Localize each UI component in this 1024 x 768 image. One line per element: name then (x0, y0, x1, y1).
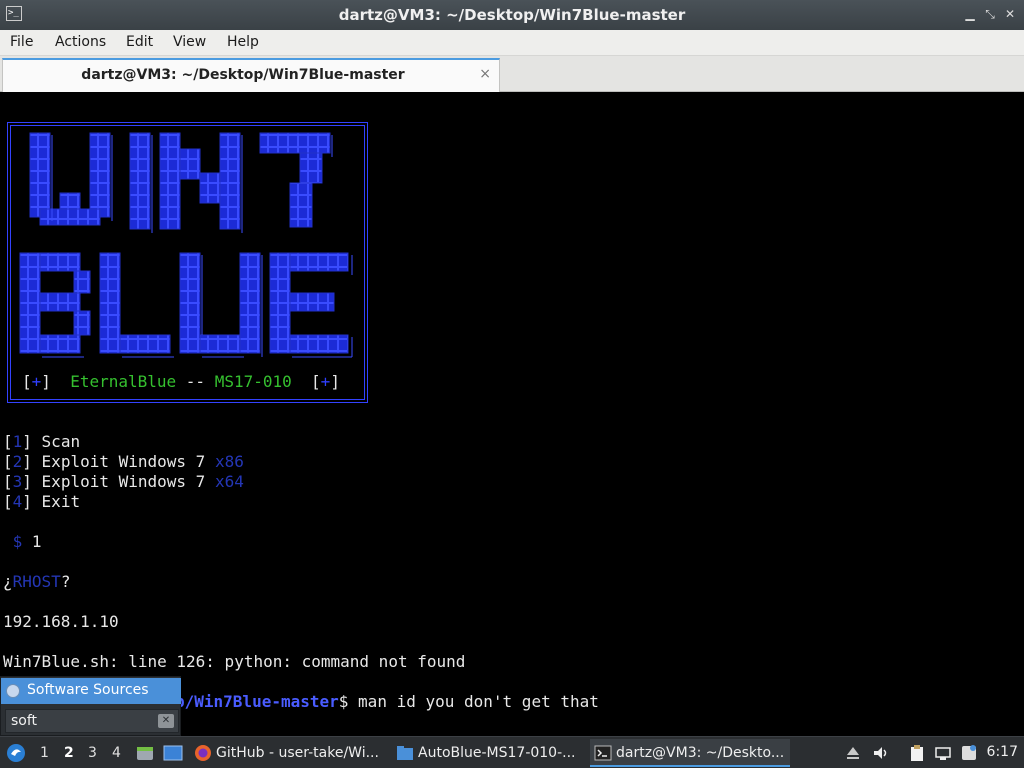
show-desktop-icon[interactable] (163, 744, 183, 762)
tab-terminal[interactable]: dartz@VM3: ~/Desktop/Win7Blue-master × (2, 58, 500, 92)
eject-icon[interactable] (844, 744, 862, 762)
task-terminal[interactable]: dartz@VM3: ~/Deskto... (590, 739, 790, 767)
window-titlebar[interactable]: >_ dartz@VM3: ~/Desktop/Win7Blue-master … (0, 0, 1024, 30)
ip-entry: 192.168.1.10 (3, 612, 119, 631)
launcher-search-input[interactable] (5, 709, 179, 733)
menu-help[interactable]: Help (227, 34, 259, 50)
menu-edit[interactable]: Edit (126, 34, 153, 50)
taskbar: 1 2 3 4 GitHub - user-take/Wi... AutoBlu… (0, 736, 1024, 768)
menu-view[interactable]: View (173, 34, 206, 50)
workspace-4[interactable]: 4 (112, 745, 121, 761)
prompt-path: p/Win7Blue-master (175, 692, 339, 711)
task-file-manager[interactable]: AutoBlue-MS17-010-... (392, 739, 586, 767)
shell-prompt: p/Win7Blue-master$ man id you don't get … (175, 692, 599, 711)
banner-plus-right: + (320, 372, 331, 391)
menu-option-4: [4] Exit (3, 492, 81, 511)
workspace-1[interactable]: 1 (40, 745, 49, 761)
menu-file[interactable]: File (10, 34, 33, 50)
clear-search-icon[interactable]: ✕ (158, 714, 174, 728)
terminal-icon (594, 745, 612, 761)
workspace-3[interactable]: 3 (88, 745, 97, 761)
menu-bar: File Actions Edit View Help (0, 30, 1024, 56)
volume-icon[interactable] (872, 744, 890, 762)
menu-option-1: [1] Scan (3, 432, 81, 451)
clock[interactable]: 6:17 (987, 744, 1018, 760)
firefox-icon (195, 745, 211, 761)
close-button[interactable]: ✕ (1002, 6, 1018, 22)
menu-option-2: [2] Exploit Windows 7 x86 (3, 452, 244, 471)
menu-option-3: [3] Exploit Windows 7 x64 (3, 472, 244, 491)
banner-name: EternalBlue (70, 372, 177, 391)
start-menu-icon[interactable] (6, 743, 26, 763)
maximize-button[interactable]: ⤡ (982, 6, 998, 22)
network-icon[interactable] (934, 744, 952, 762)
tab-close-icon[interactable]: × (479, 66, 491, 82)
error-line: Win7Blue.sh: line 126: python: command n… (3, 652, 466, 671)
tab-bar: dartz@VM3: ~/Desktop/Win7Blue-master × (0, 56, 1024, 92)
update-notifier-icon[interactable] (960, 744, 978, 762)
workspace-2[interactable]: 2 (64, 745, 74, 761)
task-firefox[interactable]: GitHub - user-take/Wi... (190, 739, 388, 767)
tab-title: dartz@VM3: ~/Desktop/Win7Blue-master (81, 67, 405, 83)
clipboard-icon[interactable] (908, 744, 926, 762)
software-sources-icon (6, 684, 20, 698)
app-launcher-popup: Software Sources ✕ (0, 676, 181, 736)
window-title: dartz@VM3: ~/Desktop/Win7Blue-master (338, 6, 686, 24)
menu-actions[interactable]: Actions (55, 34, 106, 50)
banner-ms: MS17-010 (214, 372, 292, 391)
win7blue-logo (19, 132, 353, 358)
file-manager-icon[interactable] (136, 744, 154, 762)
minimize-button[interactable]: ▁ (962, 6, 978, 22)
typed-command: man id you don't get that (358, 692, 599, 711)
banner-plus-left: + (31, 372, 42, 391)
banner-caption: [+] EternalBlue -- MS17-010 [+] (22, 372, 340, 391)
ascii-banner: [+] EternalBlue -- MS17-010 [+] (7, 122, 368, 403)
launcher-result-software-sources[interactable]: Software Sources (1, 678, 181, 704)
rhost-prompt: ¿RHOST? (3, 572, 71, 591)
folder-icon (397, 746, 413, 760)
banner-separator: -- (185, 372, 206, 391)
choice-line: $ 1 (12, 532, 42, 551)
terminal-output[interactable]: [+] EternalBlue -- MS17-010 [+] [1] Scan… (0, 92, 1024, 736)
